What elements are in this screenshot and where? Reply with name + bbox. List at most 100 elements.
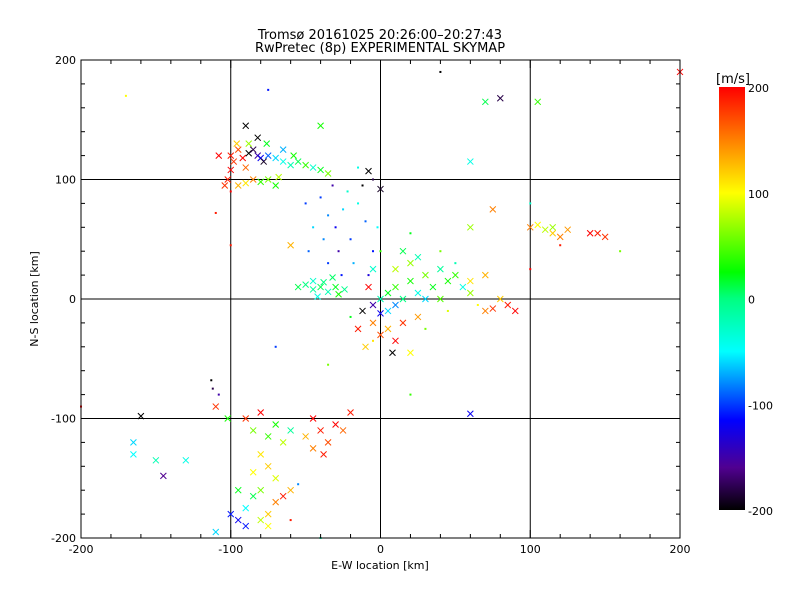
dot-marker bbox=[349, 315, 352, 318]
dot-marker bbox=[274, 345, 277, 348]
cross-marker bbox=[279, 158, 287, 165]
cross-marker bbox=[279, 439, 287, 446]
y-tick-label: 100 bbox=[55, 174, 76, 187]
cross-marker bbox=[130, 450, 137, 458]
cross-marker bbox=[466, 223, 474, 231]
cross-marker bbox=[384, 307, 392, 315]
dot-marker bbox=[334, 226, 337, 229]
cross-marker bbox=[287, 161, 295, 169]
dot-marker bbox=[267, 88, 270, 91]
dot-marker bbox=[327, 214, 330, 217]
dot-marker bbox=[342, 208, 345, 211]
data-points bbox=[80, 68, 684, 539]
cross-marker bbox=[317, 122, 324, 130]
cross-marker bbox=[279, 146, 287, 153]
dot-marker bbox=[319, 196, 322, 199]
dot-marker bbox=[210, 379, 213, 382]
cross-marker bbox=[249, 146, 257, 153]
dot-marker bbox=[337, 250, 340, 253]
dot-marker bbox=[304, 202, 307, 205]
cross-marker bbox=[586, 229, 594, 237]
cross-marker bbox=[272, 421, 280, 428]
dot-marker bbox=[364, 220, 367, 223]
cross-marker bbox=[264, 522, 272, 530]
colorbar-tick-label: -100 bbox=[748, 399, 773, 412]
dot-marker bbox=[331, 184, 334, 187]
cross-marker bbox=[221, 182, 229, 189]
cross-marker bbox=[335, 290, 342, 298]
y-tick-label: -200 bbox=[51, 532, 76, 545]
x-tick-label: 200 bbox=[670, 543, 691, 556]
cross-marker bbox=[354, 325, 362, 333]
skymap-chart: Tromsø 20161025 20:26:00–20:27:43 RwPret… bbox=[28, 28, 773, 572]
cross-marker bbox=[384, 325, 392, 333]
dot-marker bbox=[379, 250, 382, 253]
dot-marker bbox=[409, 232, 412, 235]
dot-marker bbox=[307, 250, 310, 253]
cross-marker bbox=[429, 283, 437, 291]
colorbar-tick-label: 0 bbox=[748, 294, 755, 307]
cross-marker bbox=[242, 522, 250, 530]
x-tick-label: -100 bbox=[218, 543, 243, 556]
cross-marker bbox=[234, 146, 242, 153]
dot-marker bbox=[409, 393, 412, 396]
cross-marker bbox=[369, 301, 377, 309]
cross-marker bbox=[309, 286, 317, 293]
dot-marker bbox=[367, 274, 370, 277]
cross-marker bbox=[257, 409, 265, 416]
dot-marker bbox=[211, 387, 214, 390]
cross-marker bbox=[317, 427, 324, 434]
cross-marker bbox=[407, 349, 414, 357]
cross-marker bbox=[317, 166, 324, 174]
dot-marker bbox=[529, 202, 532, 205]
y-tick-label: 200 bbox=[55, 54, 76, 67]
cross-marker bbox=[257, 516, 265, 524]
cross-marker bbox=[287, 427, 295, 434]
dot-marker bbox=[124, 94, 127, 97]
cross-marker bbox=[594, 229, 601, 237]
cross-marker bbox=[347, 409, 354, 416]
cross-marker bbox=[407, 277, 414, 285]
cross-marker bbox=[249, 427, 257, 434]
cross-marker bbox=[249, 468, 257, 476]
cross-marker bbox=[290, 152, 297, 159]
colorbar-ticks: 200 100 0 -100 -200 bbox=[748, 82, 773, 518]
cross-marker bbox=[245, 140, 253, 148]
cross-marker bbox=[242, 504, 250, 512]
cross-marker bbox=[534, 221, 542, 229]
cross-marker bbox=[341, 286, 348, 293]
cross-marker bbox=[257, 450, 265, 458]
cross-marker bbox=[264, 510, 272, 518]
dot-marker bbox=[476, 303, 479, 306]
dot-marker bbox=[372, 178, 375, 181]
dot-marker bbox=[214, 211, 217, 214]
y-axis-label: N-S location [km] bbox=[28, 251, 41, 347]
dot-marker bbox=[312, 226, 315, 229]
cross-marker bbox=[511, 307, 519, 315]
dot-marker bbox=[454, 262, 457, 265]
colorbar-tick-label: -200 bbox=[748, 505, 773, 518]
cross-marker bbox=[481, 98, 489, 106]
dot-marker bbox=[346, 190, 349, 193]
cross-marker bbox=[234, 516, 242, 524]
cross-marker bbox=[466, 158, 474, 165]
cross-marker bbox=[407, 259, 414, 267]
cross-marker bbox=[481, 271, 489, 279]
cross-marker bbox=[362, 343, 369, 351]
cross-marker bbox=[365, 167, 372, 175]
cross-marker bbox=[414, 253, 422, 261]
cross-marker bbox=[264, 433, 272, 440]
dot-marker bbox=[372, 250, 375, 253]
cross-marker bbox=[489, 206, 497, 213]
dot-marker bbox=[559, 244, 562, 247]
cross-marker bbox=[234, 486, 242, 494]
dot-marker bbox=[327, 262, 330, 265]
cross-marker bbox=[324, 288, 332, 296]
cross-marker bbox=[233, 140, 241, 148]
dot-marker bbox=[372, 339, 375, 342]
x-tick-label: 0 bbox=[377, 543, 384, 556]
cross-marker bbox=[249, 492, 257, 500]
colorbar-tick-label: 200 bbox=[748, 82, 769, 95]
dot-marker bbox=[327, 363, 330, 366]
cross-marker bbox=[302, 281, 309, 289]
